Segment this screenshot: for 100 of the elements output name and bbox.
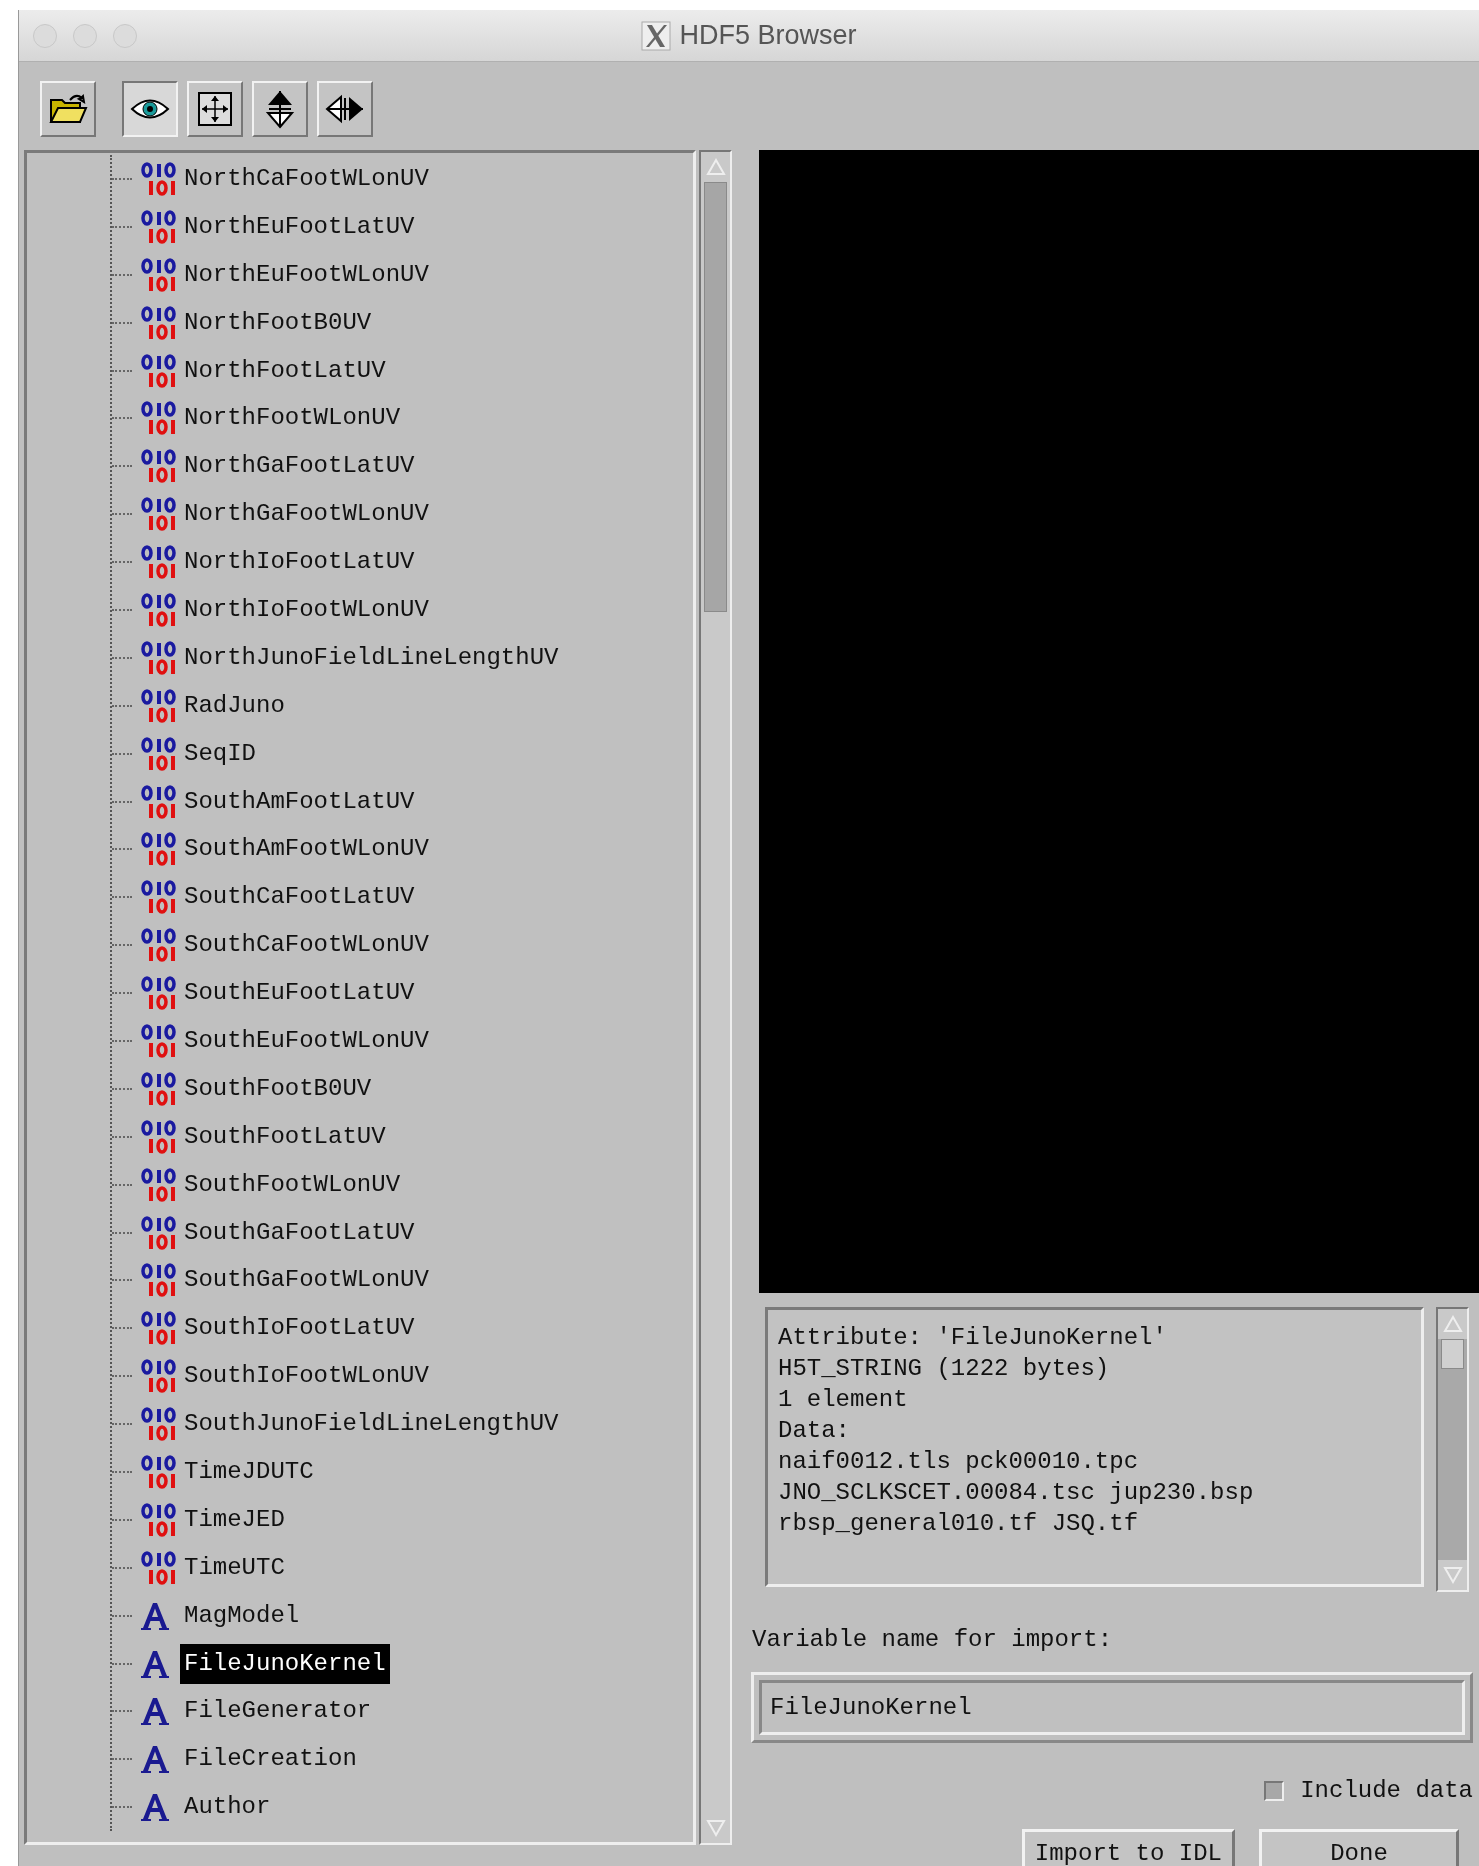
tree-item[interactable]: SouthGaFootLatUV [180, 1212, 419, 1253]
expand-arrows-button[interactable] [187, 81, 243, 137]
tree-item[interactable]: NorthCaFootWLonUV [180, 158, 433, 199]
info-scrollbar[interactable] [1436, 1307, 1469, 1592]
tree-item[interactable]: SouthEuFootLatUV [180, 973, 419, 1014]
done-button[interactable]: Done [1259, 1829, 1459, 1866]
info-line: JNO_SCLKSCET.00084.tsc jup230.bsp [778, 1478, 1255, 1508]
folder-icon [48, 92, 88, 126]
binary-icon [140, 1549, 178, 1586]
tree-item[interactable]: RadJuno [180, 685, 289, 726]
binary-icon [140, 160, 178, 197]
tree-item[interactable]: SouthFootB0UV [180, 1068, 376, 1109]
tree-item[interactable]: FileCreation [180, 1739, 361, 1780]
serif-a-icon [140, 1600, 170, 1631]
left-right-arrow-button[interactable] [317, 81, 373, 137]
x-logo-icon [641, 20, 672, 51]
serif-a-icon [140, 1744, 170, 1775]
down-arrow-icon[interactable] [1442, 1566, 1463, 1584]
variable-name-field[interactable]: FileJunoKernel [751, 1672, 1473, 1743]
up-arrow-icon[interactable] [705, 158, 726, 176]
folder-button[interactable] [40, 81, 96, 137]
binary-icon [140, 639, 178, 676]
tree-item[interactable]: SeqID [180, 733, 260, 774]
binary-icon [140, 256, 178, 293]
minimize-light[interactable] [73, 24, 97, 48]
tree-item[interactable]: NorthJunoFieldLineLengthUV [180, 637, 563, 678]
tree-item[interactable]: SouthIoFootWLonUV [180, 1356, 433, 1397]
binary-icon [140, 1022, 178, 1059]
info-line: 1 element [778, 1385, 909, 1415]
expand-arrows-icon [197, 91, 233, 127]
include-data-checkbox[interactable] [1264, 1781, 1285, 1801]
tree-item[interactable]: SouthEuFootWLonUV [180, 1020, 433, 1061]
tree-item[interactable]: NorthIoFootWLonUV [180, 589, 433, 630]
left-right-arrow-icon [325, 94, 365, 124]
binary-icon [140, 735, 178, 772]
tree-item[interactable]: NorthEuFootWLonUV [180, 254, 433, 295]
tree-item[interactable]: SouthJunoFieldLineLengthUV [180, 1404, 563, 1445]
binary-icon [140, 544, 178, 581]
close-light[interactable] [33, 24, 57, 48]
binary-icon [140, 1358, 178, 1395]
tree-item[interactable]: NorthFootWLonUV [180, 398, 405, 439]
tree-item[interactable]: FileJunoKernel [180, 1643, 390, 1684]
binary-icon [140, 352, 178, 389]
binary-icon [140, 879, 178, 916]
binary-icon [140, 783, 178, 820]
binary-icon [140, 1262, 178, 1299]
serif-a-icon [140, 1696, 170, 1727]
tree-item[interactable]: NorthIoFootLatUV [180, 542, 419, 583]
binary-icon [140, 1454, 178, 1490]
tree-item[interactable]: TimeJED [180, 1499, 289, 1540]
tree-scrollbar[interactable] [699, 150, 732, 1845]
binary-icon [140, 1214, 178, 1251]
binary-icon [140, 496, 178, 533]
serif-a-icon [140, 1792, 170, 1823]
tree-item[interactable]: FileGenerator [180, 1691, 376, 1732]
info-line: Data: [778, 1416, 851, 1446]
tree-item[interactable]: SouthFootWLonUV [180, 1164, 405, 1205]
eye-button[interactable] [122, 81, 178, 137]
tree-item[interactable]: SouthIoFootLatUV [180, 1308, 419, 1349]
tree-item[interactable]: TimeJDUTC [180, 1452, 318, 1492]
binary-icon [140, 831, 178, 868]
binary-icon [140, 1118, 178, 1155]
binary-icon [140, 1070, 178, 1107]
window-title: HDF5 Browser [679, 19, 857, 53]
tree-item[interactable]: NorthFootB0UV [180, 302, 376, 343]
up-arrow-icon[interactable] [1442, 1315, 1463, 1333]
tree-item[interactable]: NorthEuFootLatUV [180, 206, 419, 247]
binary-icon [140, 1406, 178, 1443]
down-arrow-icon[interactable] [705, 1819, 726, 1837]
tree-item[interactable]: NorthGaFootWLonUV [180, 494, 433, 535]
tree-item[interactable]: SouthCaFootWLonUV [180, 925, 433, 966]
tree-item[interactable]: TimeUTC [180, 1547, 289, 1588]
import-button[interactable]: Import to IDL [1021, 1829, 1235, 1866]
up-down-arrow-icon [265, 89, 295, 129]
tree-item[interactable]: NorthFootLatUV [180, 350, 390, 391]
binary-icon [140, 1501, 178, 1538]
info-line: rbsp_general010.tf JSQ.tf [778, 1509, 1140, 1539]
tree-item[interactable]: SouthCaFootLatUV [180, 877, 419, 918]
scroll-thumb[interactable] [704, 182, 727, 612]
tree-item[interactable]: SouthGaFootWLonUV [180, 1260, 433, 1301]
tree-item[interactable]: MagModel [180, 1595, 304, 1636]
tree-item[interactable]: SouthFootLatUV [180, 1116, 390, 1157]
binary-icon [140, 448, 178, 485]
binary-icon [140, 927, 178, 964]
info-line: naif0012.tls pck00010.tpc [778, 1447, 1140, 1477]
binary-icon [140, 1166, 178, 1203]
binary-icon [140, 400, 178, 437]
import-label: Variable name for import: [752, 1625, 1114, 1655]
binary-icon [140, 208, 178, 245]
info-line: H5T_STRING (1222 bytes) [778, 1354, 1111, 1384]
tree-item[interactable]: SouthAmFootWLonUV [180, 829, 433, 870]
tree-item[interactable]: Author [180, 1787, 275, 1828]
up-down-arrow-button[interactable] [252, 81, 308, 137]
tree-item[interactable]: NorthGaFootLatUV [180, 446, 419, 487]
binary-icon [140, 975, 178, 1012]
scroll-thumb[interactable] [1441, 1339, 1464, 1369]
binary-icon [140, 304, 178, 341]
zoom-light[interactable] [113, 24, 137, 48]
binary-icon [140, 1310, 178, 1347]
tree-item[interactable]: SouthAmFootLatUV [180, 781, 419, 822]
